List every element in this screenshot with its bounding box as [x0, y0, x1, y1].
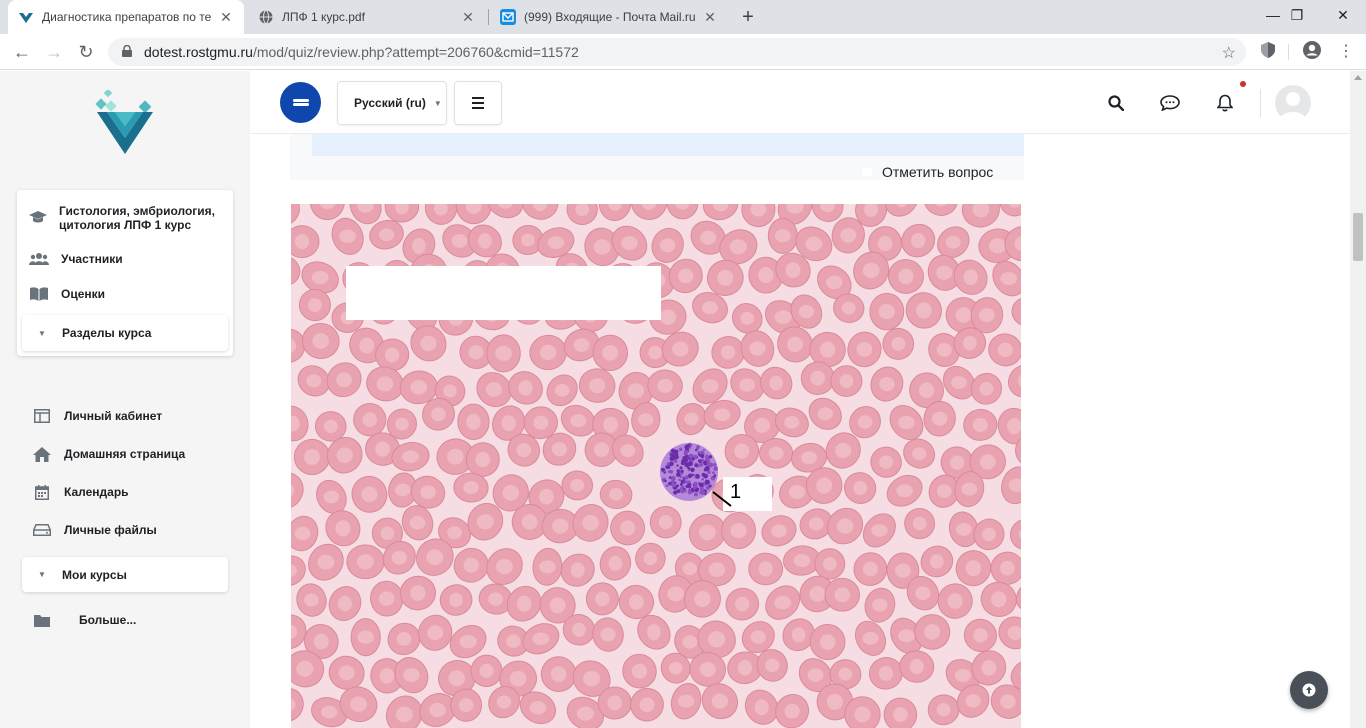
question-info-block: Отметить вопрос — [290, 134, 1024, 180]
dashboard-icon — [32, 408, 52, 424]
sidebar-item-label: Личные файлы — [64, 523, 157, 537]
my-courses-dropdown[interactable]: ▼ Мои курсы — [22, 557, 228, 592]
tab-close-icon[interactable]: ✕ — [702, 9, 718, 25]
tab-label: ЛПФ 1 курс.pdf — [282, 10, 365, 24]
caret-down-icon: ▼ — [433, 98, 442, 108]
drive-icon — [32, 522, 52, 538]
flag-checkbox[interactable] — [862, 168, 872, 176]
close-window-icon[interactable]: ✕ — [1320, 0, 1366, 30]
drawer-toggle-button[interactable] — [280, 82, 321, 123]
search-icon[interactable] — [1104, 91, 1128, 115]
sidebar-item-label: Личный кабинет — [64, 409, 163, 423]
tab-label: Диагностика препаратов по те — [42, 10, 212, 24]
dropdown-label: Мои курсы — [62, 567, 127, 582]
scroll-up-arrow-icon[interactable] — [1354, 75, 1362, 80]
site-logo[interactable] — [93, 88, 157, 156]
menu-line — [472, 97, 484, 99]
lock-icon — [120, 44, 134, 60]
blood-smear-image: 1 — [291, 204, 1021, 728]
calendar-icon — [32, 484, 52, 500]
label-drop-zone[interactable] — [346, 266, 661, 320]
sidebar-item-participants[interactable]: Участники — [29, 251, 123, 267]
bookmark-star-icon[interactable]: ☆ — [1222, 43, 1236, 63]
sidebar-item-more[interactable]: Больше... — [32, 612, 136, 628]
users-icon — [29, 251, 49, 267]
url-path: /mod/quiz/review.php?attempt=206760&cmid… — [252, 44, 579, 60]
sidebar-item-calendar[interactable]: Календарь — [32, 484, 129, 500]
book-icon — [29, 286, 49, 302]
tab-close-icon[interactable]: ✕ — [460, 9, 476, 25]
sidebar-item-label: Гистология, эмбриология, цитология ЛПФ 1… — [59, 204, 215, 232]
flag-question-label: Отметить вопрос — [882, 164, 994, 180]
sidebar-item-course[interactable]: Гистология, эмбриология, цитология ЛПФ 1… — [29, 204, 225, 232]
caret-down-icon: ▼ — [38, 328, 46, 338]
main-menu-button[interactable] — [454, 81, 502, 125]
forward-icon[interactable]: → — [42, 40, 66, 64]
marker-number: 1 — [730, 481, 742, 503]
url-host: dotest.rostgmu.ru — [144, 44, 253, 60]
drawer-toggle-bar — [292, 103, 309, 107]
site-logo-icon — [18, 9, 34, 25]
restore-icon[interactable]: ❐ — [1274, 0, 1320, 30]
tab-separator — [488, 9, 489, 25]
course-menu-card: Гистология, эмбриология, цитология ЛПФ 1… — [17, 190, 233, 356]
sidebar-item-dashboard[interactable]: Личный кабинет — [32, 408, 162, 424]
sidebar: Гистология, эмбриология, цитология ЛПФ 1… — [0, 71, 250, 728]
sidebar-item-label: Больше... — [79, 613, 137, 627]
dropdown-label: Разделы курса — [62, 326, 152, 340]
menu-line — [472, 102, 484, 104]
toolbar-divider — [1288, 44, 1289, 60]
notification-badge — [1240, 81, 1246, 87]
browser-tab-bar: Диагностика препаратов по те ✕ ЛПФ 1 кур… — [0, 0, 1366, 34]
course-sections-dropdown[interactable]: ▼ Разделы курса — [22, 315, 228, 351]
arrow-up-icon — [1302, 683, 1316, 697]
address-bar[interactable]: dotest.rostgmu.ru/mod/quiz/review.php?at… — [108, 38, 1246, 66]
back-to-top-button[interactable] — [1290, 671, 1328, 709]
mail-icon — [500, 9, 516, 25]
browser-tab[interactable]: ЛПФ 1 курс.pdf ✕ — [248, 0, 486, 34]
navbar-divider — [1260, 89, 1261, 117]
menu-line — [472, 107, 484, 109]
caret-down-icon: ▼ — [38, 570, 46, 579]
sidebar-item-label: Оценки — [61, 287, 106, 301]
reload-icon[interactable]: ↻ — [74, 40, 98, 64]
flag-question-toggle[interactable]: Отметить вопрос — [862, 164, 993, 180]
globe-icon — [258, 9, 274, 25]
sidebar-item-home[interactable]: Домашняя страница — [32, 446, 185, 462]
language-label: Русский (ru) — [354, 96, 426, 110]
home-icon — [32, 446, 52, 462]
profile-icon[interactable] — [1300, 40, 1324, 64]
sidebar-item-label: Календарь — [64, 485, 129, 499]
sidebar-item-label: Домашняя страница — [64, 447, 186, 461]
sidebar-item-files[interactable]: Личные файлы — [32, 522, 157, 538]
drawer-toggle-bar — [292, 98, 309, 102]
language-selector[interactable]: Русский (ru) ▼ — [337, 81, 447, 125]
notifications-bell-icon[interactable] — [1213, 91, 1237, 115]
browser-toolbar: ← → ↻ dotest.rostgmu.ru/mod/quiz/review.… — [0, 34, 1366, 70]
messages-icon[interactable] — [1158, 91, 1182, 115]
graduation-cap-icon — [29, 210, 47, 226]
sidebar-item-label: Участники — [61, 252, 123, 266]
sidebar-item-grades[interactable]: Оценки — [29, 286, 105, 302]
top-navbar: Русский (ru) ▼ — [250, 71, 1350, 134]
tab-label: (999) Входящие - Почта Mail.ru — [524, 10, 696, 24]
back-icon[interactable]: ← — [10, 40, 34, 64]
scrollbar-thumb[interactable] — [1353, 213, 1363, 261]
question-text-area — [312, 134, 1024, 156]
browser-tab[interactable]: (999) Входящие - Почта Mail.ru ✕ — [490, 0, 728, 34]
extension-shield-icon[interactable] — [1256, 40, 1280, 64]
new-tab-button[interactable]: + — [737, 6, 759, 28]
browser-menu-icon[interactable]: ⋮ — [1334, 40, 1358, 64]
tab-close-icon[interactable]: ✕ — [218, 9, 234, 25]
folder-icon — [32, 612, 52, 628]
browser-tab-active[interactable]: Диагностика препаратов по те ✕ — [8, 0, 244, 34]
page-scrollbar[interactable] — [1350, 71, 1366, 728]
user-avatar[interactable] — [1275, 85, 1311, 121]
